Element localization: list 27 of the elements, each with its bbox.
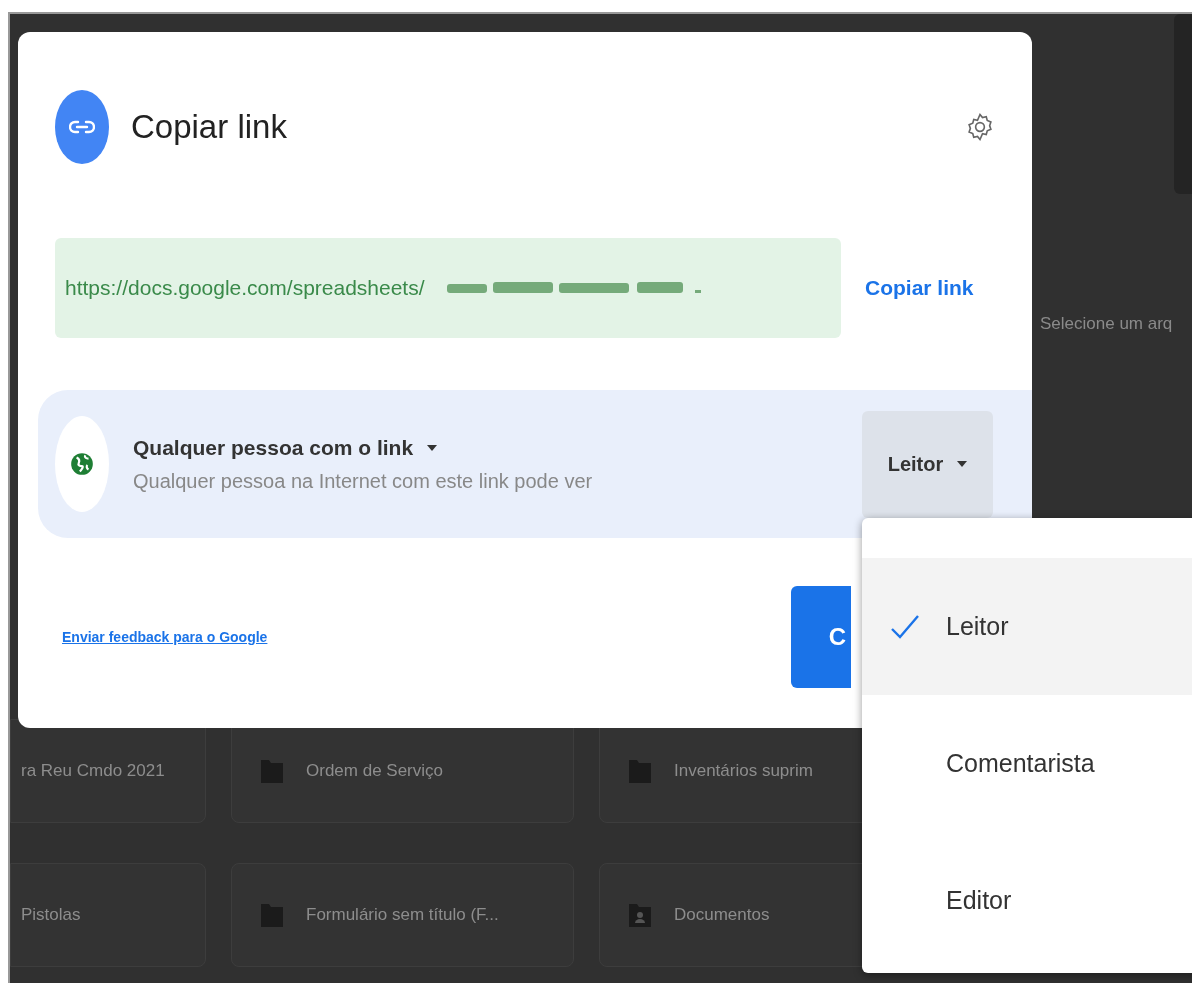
file-card[interactable]: ra Reu Cmdo 2021 (10, 719, 206, 823)
file-card[interactable]: Formulário sem título (F... (231, 863, 574, 967)
folder-icon (260, 902, 284, 928)
access-scope-dropdown[interactable]: Qualquer pessoa com o link (133, 435, 438, 460)
check-icon (890, 613, 920, 640)
link-field[interactable]: https://docs.google.com/spreadsheets/ (55, 238, 841, 338)
menu-item[interactable]: Leitor (862, 558, 1192, 695)
dialog-title: Copiar link (131, 108, 288, 146)
file-name: Pistolas (21, 905, 81, 925)
folder-icon (260, 758, 284, 784)
done-button[interactable]: C (791, 586, 851, 688)
file-card[interactable]: Pistolas (10, 863, 206, 967)
file-name: Inventários suprim (674, 761, 813, 781)
file-name: Ordem de Serviço (306, 761, 443, 781)
file-name: ra Reu Cmdo 2021 (21, 761, 165, 781)
feedback-link[interactable]: Enviar feedback para o Google (62, 629, 268, 645)
folder-icon (628, 758, 652, 784)
access-description: Qualquer pessoa na Internet com este link pode ver (133, 469, 593, 493)
file-name: Documentos (674, 905, 770, 925)
globe-icon (69, 451, 95, 477)
copy-link[interactable]: Copiar link (865, 276, 974, 300)
caret-icon (957, 461, 968, 467)
file-name: Formulário sem título (F... (306, 905, 499, 925)
caret-icon (427, 444, 438, 451)
shared-folder-icon (628, 902, 652, 928)
hint-text: Selecione um arq (1040, 314, 1173, 334)
role-dropdown[interactable]: Leitor (862, 410, 993, 518)
